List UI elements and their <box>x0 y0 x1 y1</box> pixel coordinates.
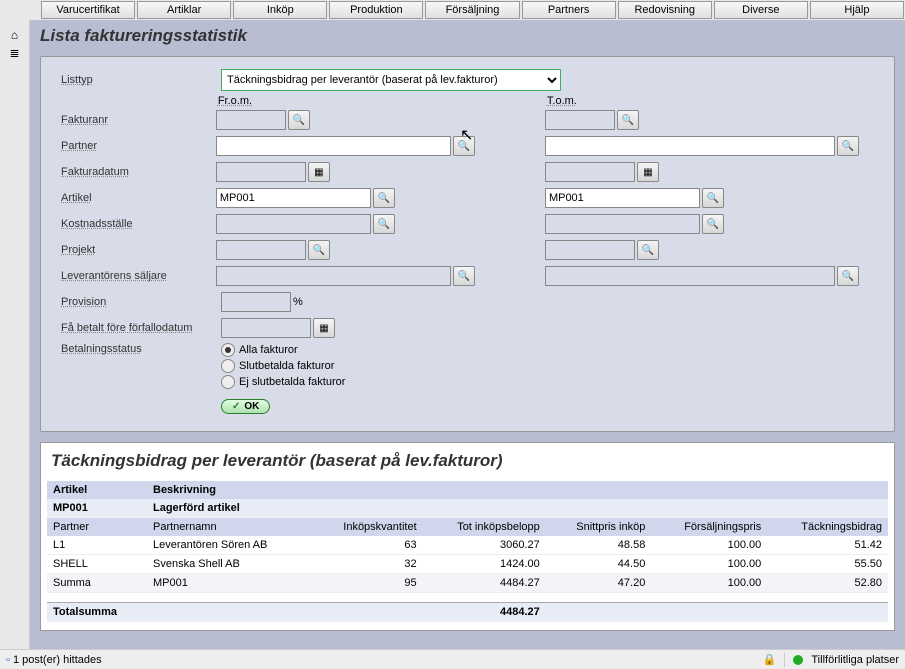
label-kostnadsstalle: Kostnadsställe <box>61 218 216 230</box>
kostnadsstalle-to-input[interactable] <box>545 214 700 234</box>
artikel-to-input[interactable] <box>545 188 700 208</box>
kostnadsstalle-from-input[interactable] <box>216 214 371 234</box>
lev-saljare-from-input[interactable] <box>216 266 451 286</box>
article-code: MP001 <box>47 499 147 518</box>
calendar-icon[interactable]: ▦ <box>637 162 659 182</box>
radio-icon <box>221 359 235 373</box>
col-to-label: T.o.m. <box>545 95 874 107</box>
calendar-icon[interactable]: ▦ <box>313 318 335 338</box>
home-icon[interactable]: ⌂ <box>0 28 29 42</box>
lev-saljare-to-input[interactable] <box>545 266 835 286</box>
search-icon[interactable]: 🔍 <box>637 240 659 260</box>
top-nav: Varucertifikat Artiklar Inköp Produktion… <box>0 0 905 21</box>
label-fakturadatum: Fakturadatum <box>61 166 216 178</box>
fakturadatum-to-input[interactable] <box>545 162 635 182</box>
label-lev-saljare: Leverantörens säljare <box>61 270 216 282</box>
search-icon[interactable]: 🔍 <box>373 214 395 234</box>
sidebar: ⌂ ≣ <box>0 20 30 650</box>
search-icon[interactable]: 🔍 <box>702 188 724 208</box>
main-content: Lista faktureringsstatistik Listtyp Täck… <box>30 20 905 649</box>
nav-forsaljning[interactable]: Försäljning <box>425 1 519 19</box>
search-icon[interactable]: 🔍 <box>617 110 639 130</box>
nav-varucertifikat[interactable]: Varucertifikat <box>41 1 135 19</box>
th-partner: Partner <box>47 518 147 537</box>
filter-form: Listtyp Täckningsbidrag per leverantör (… <box>40 56 895 432</box>
summa-row: Summa MP001 95 4484.27 47.20 100.00 52.8… <box>47 574 888 593</box>
search-icon[interactable]: 🔍 <box>837 266 859 286</box>
th-forsaljningspris: Försäljningspris <box>651 518 767 537</box>
list-icon[interactable]: ≣ <box>0 46 29 60</box>
radio-slutbetalda[interactable]: Slutbetalda fakturor <box>221 359 345 373</box>
projekt-to-input[interactable] <box>545 240 635 260</box>
status-right-text: Tillförlitliga platser <box>811 654 899 666</box>
radio-icon <box>221 375 235 389</box>
search-icon[interactable]: 🔍 <box>702 214 724 234</box>
results-table: Artikel Beskrivning MP001 Lagerförd arti… <box>47 481 888 622</box>
th-inkopskvantitet: Inköpskvantitet <box>312 518 423 537</box>
nav-diverse[interactable]: Diverse <box>714 1 808 19</box>
th-tackningsbidrag: Täckningsbidrag <box>767 518 888 537</box>
radio-alla[interactable]: Alla fakturor <box>221 343 345 357</box>
table-row: L1 Leverantören Sören AB 63 3060.27 48.5… <box>47 536 888 555</box>
totalsumma-row: Totalsumma 4484.27 <box>47 603 888 622</box>
search-icon[interactable]: 🔍 <box>453 266 475 286</box>
th-tot-inkopsbelopp: Tot inköpsbelopp <box>423 518 546 537</box>
label-betalningsstatus: Betalningsstatus <box>61 343 221 355</box>
listtyp-select[interactable]: Täckningsbidrag per leverantör (baserat … <box>221 69 561 91</box>
nav-partners[interactable]: Partners <box>522 1 616 19</box>
table-row: SHELL Svenska Shell AB 32 1424.00 44.50 … <box>47 555 888 574</box>
search-icon[interactable]: 🔍 <box>453 136 475 156</box>
label-partner: Partner <box>61 140 216 152</box>
th-partnernamn: Partnernamn <box>147 518 312 537</box>
search-icon[interactable]: 🔍 <box>308 240 330 260</box>
label-provision: Provision <box>61 296 221 308</box>
label-listtyp: Listtyp <box>61 74 221 86</box>
label-fakturanr: Fakturanr <box>61 114 216 126</box>
lock-icon: 🔒 <box>763 653 777 666</box>
fa-betalt-input[interactable] <box>221 318 311 338</box>
status-left: ▫ 1 post(er) hittades <box>6 654 102 666</box>
betalningsstatus-radio-group: Alla fakturor Slutbetalda fakturor Ej sl… <box>221 343 345 389</box>
label-projekt: Projekt <box>61 244 216 256</box>
provision-input[interactable] <box>221 292 291 312</box>
artikel-from-input[interactable] <box>216 188 371 208</box>
th-beskrivning: Beskrivning <box>147 481 888 499</box>
fakturadatum-from-input[interactable] <box>216 162 306 182</box>
projekt-from-input[interactable] <box>216 240 306 260</box>
provision-unit: % <box>293 296 303 308</box>
fakturanr-to-input[interactable] <box>545 110 615 130</box>
nav-inkop[interactable]: Inköp <box>233 1 327 19</box>
results-title: Täckningsbidrag per leverantör (baserat … <box>47 451 888 471</box>
th-snittpris: Snittpris inköp <box>546 518 652 537</box>
ok-button[interactable]: OK <box>221 399 270 414</box>
statusbar: ▫ 1 post(er) hittades 🔒 Tillförlitliga p… <box>0 649 905 669</box>
partner-from-input[interactable] <box>216 136 451 156</box>
th-artikel: Artikel <box>47 481 147 499</box>
article-desc: Lagerförd artikel <box>147 499 888 518</box>
fakturanr-from-input[interactable] <box>216 110 286 130</box>
radio-ej-slutbetalda[interactable]: Ej slutbetalda fakturor <box>221 375 345 389</box>
page-icon: ▫ <box>6 654 10 666</box>
label-artikel: Artikel <box>61 192 216 204</box>
results-panel: Täckningsbidrag per leverantör (baserat … <box>40 442 895 631</box>
search-icon[interactable]: 🔍 <box>837 136 859 156</box>
label-fa-betalt: Få betalt före förfallodatum <box>61 322 221 334</box>
search-icon[interactable]: 🔍 <box>373 188 395 208</box>
nav-produktion[interactable]: Produktion <box>329 1 423 19</box>
nav-artiklar[interactable]: Artiklar <box>137 1 231 19</box>
status-green-icon <box>793 655 803 665</box>
page-title: Lista faktureringsstatistik <box>40 26 895 46</box>
nav-hjalp[interactable]: Hjälp <box>810 1 904 19</box>
partner-to-input[interactable] <box>545 136 835 156</box>
calendar-icon[interactable]: ▦ <box>308 162 330 182</box>
col-from-label: Fr.o.m. <box>216 95 545 107</box>
radio-icon <box>221 343 235 357</box>
nav-redovisning[interactable]: Redovisning <box>618 1 712 19</box>
search-icon[interactable]: 🔍 <box>288 110 310 130</box>
